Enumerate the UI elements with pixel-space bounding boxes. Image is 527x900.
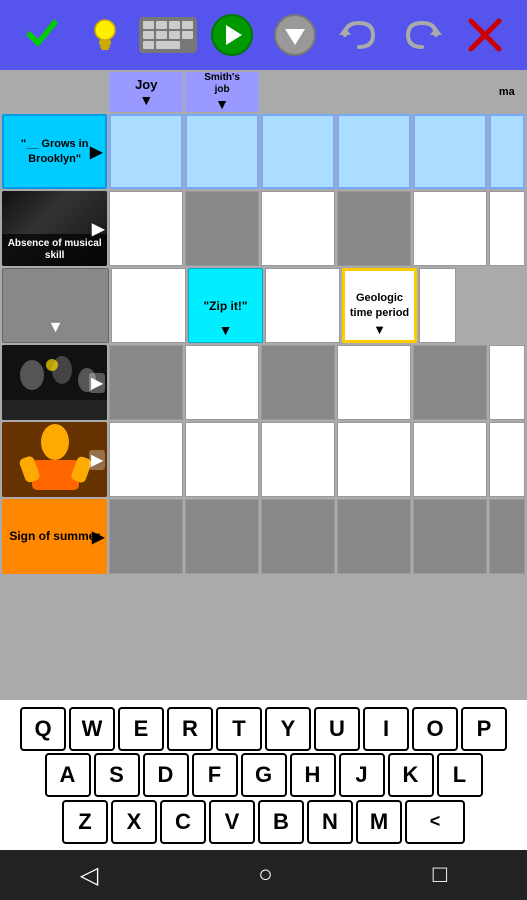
grid-cell[interactable] <box>337 345 411 420</box>
grid-cell-dark <box>185 191 259 266</box>
key-h[interactable]: H <box>290 753 336 797</box>
undo-button[interactable] <box>334 10 384 60</box>
grid-cell[interactable] <box>261 114 335 189</box>
navigation-bar: ◁ ○ □ <box>0 850 527 900</box>
key-t[interactable]: T <box>216 707 262 751</box>
grid-cell[interactable] <box>413 422 487 497</box>
grid-cell[interactable] <box>489 345 525 420</box>
grid-cell[interactable] <box>261 422 335 497</box>
image-cell-concert2[interactable]: ▶ <box>2 422 107 497</box>
keyboard-row-1: Q W E R T Y U I O P <box>2 707 525 751</box>
back-button[interactable]: ◁ <box>80 861 98 890</box>
grid-cell[interactable] <box>489 422 525 497</box>
grid-cell[interactable] <box>413 191 487 266</box>
grid-cell-dark <box>337 499 411 574</box>
grid-cell-dark <box>109 499 183 574</box>
clue-grows-brooklyn[interactable]: "__ Grows in Brooklyn" ▶ <box>2 114 107 189</box>
key-l[interactable]: L <box>437 753 483 797</box>
grid-cell-dark: ▼ <box>2 268 109 343</box>
key-g[interactable]: G <box>241 753 287 797</box>
grid-cell[interactable] <box>489 114 525 189</box>
grid-cell[interactable] <box>413 114 487 189</box>
grid-cell[interactable] <box>337 422 411 497</box>
redo-button[interactable] <box>397 10 447 60</box>
clue-zip-it[interactable]: "Zip it!" ▼ <box>188 268 263 343</box>
grid-cell[interactable] <box>185 114 259 189</box>
key-r[interactable]: R <box>167 707 213 751</box>
grid-cell[interactable] <box>337 114 411 189</box>
grid-cell[interactable] <box>109 114 183 189</box>
key-u[interactable]: U <box>314 707 360 751</box>
crossword-grid: Joy ▼ Smith'sjob ▼ ma "__ Grows in Brook… <box>0 70 527 700</box>
grid-cell-dark <box>413 345 487 420</box>
grid-cell[interactable] <box>265 268 340 343</box>
key-a[interactable]: A <box>45 753 91 797</box>
grid-cell[interactable] <box>111 268 186 343</box>
keyboard: Q W E R T Y U I O P A S D F G H J K L Z … <box>0 700 527 850</box>
keyboard-row-3: Z X C V B N M < <box>2 800 525 844</box>
key-p[interactable]: P <box>461 707 507 751</box>
key-o[interactable]: O <box>412 707 458 751</box>
column-header-smiths-job: Smith'sjob ▼ <box>185 72 259 112</box>
toolbar <box>0 0 527 70</box>
grid-cell[interactable] <box>109 191 183 266</box>
key-e[interactable]: E <box>118 707 164 751</box>
grid-cell-dark <box>489 499 525 574</box>
grid-cell[interactable] <box>419 268 456 343</box>
close-button[interactable] <box>460 10 510 60</box>
keyboard-row-2: A S D F G H J K L <box>2 753 525 797</box>
lightbulb-button[interactable] <box>80 10 130 60</box>
key-d[interactable]: D <box>143 753 189 797</box>
key-m[interactable]: M <box>356 800 402 844</box>
column-header-joy: Joy ▼ <box>109 72 183 112</box>
grid-cell[interactable] <box>185 345 259 420</box>
clue-geologic-period[interactable]: Geologic time period ▼ <box>342 268 417 343</box>
key-b[interactable]: B <box>258 800 304 844</box>
grid-cell-dark <box>261 499 335 574</box>
key-f[interactable]: F <box>192 753 238 797</box>
grid-cell[interactable] <box>185 422 259 497</box>
grid-cell[interactable] <box>109 422 183 497</box>
key-q[interactable]: Q <box>20 707 66 751</box>
key-c[interactable]: C <box>160 800 206 844</box>
key-j[interactable]: J <box>339 753 385 797</box>
grid-cell-dark <box>109 345 183 420</box>
down-arrow-button[interactable] <box>270 10 320 60</box>
key-w[interactable]: W <box>69 707 115 751</box>
key-v[interactable]: V <box>209 800 255 844</box>
home-button[interactable]: ○ <box>258 861 273 889</box>
key-x[interactable]: X <box>111 800 157 844</box>
grid-cell-dark <box>185 499 259 574</box>
key-z[interactable]: Z <box>62 800 108 844</box>
clue-absence-musical[interactable]: Absence of musical skill ▶ <box>2 191 107 266</box>
grid-cell[interactable] <box>489 191 525 266</box>
key-s[interactable]: S <box>94 753 140 797</box>
clue-sign-summer[interactable]: Sign of summer ▶ <box>2 499 107 574</box>
key-backspace[interactable]: < <box>405 800 465 844</box>
grid-cell[interactable] <box>261 191 335 266</box>
grid-cell-dark <box>413 499 487 574</box>
keyboard-icon-button[interactable] <box>143 10 193 60</box>
key-n[interactable]: N <box>307 800 353 844</box>
key-k[interactable]: K <box>388 753 434 797</box>
key-y[interactable]: Y <box>265 707 311 751</box>
image-cell-concert1[interactable]: ▶ <box>2 345 107 420</box>
check-button[interactable] <box>17 10 67 60</box>
forward-arrow-button[interactable] <box>207 10 257 60</box>
grid-cell-dark <box>337 191 411 266</box>
key-i[interactable]: I <box>363 707 409 751</box>
grid-cell-dark <box>261 345 335 420</box>
recent-apps-button[interactable]: □ <box>433 861 448 889</box>
